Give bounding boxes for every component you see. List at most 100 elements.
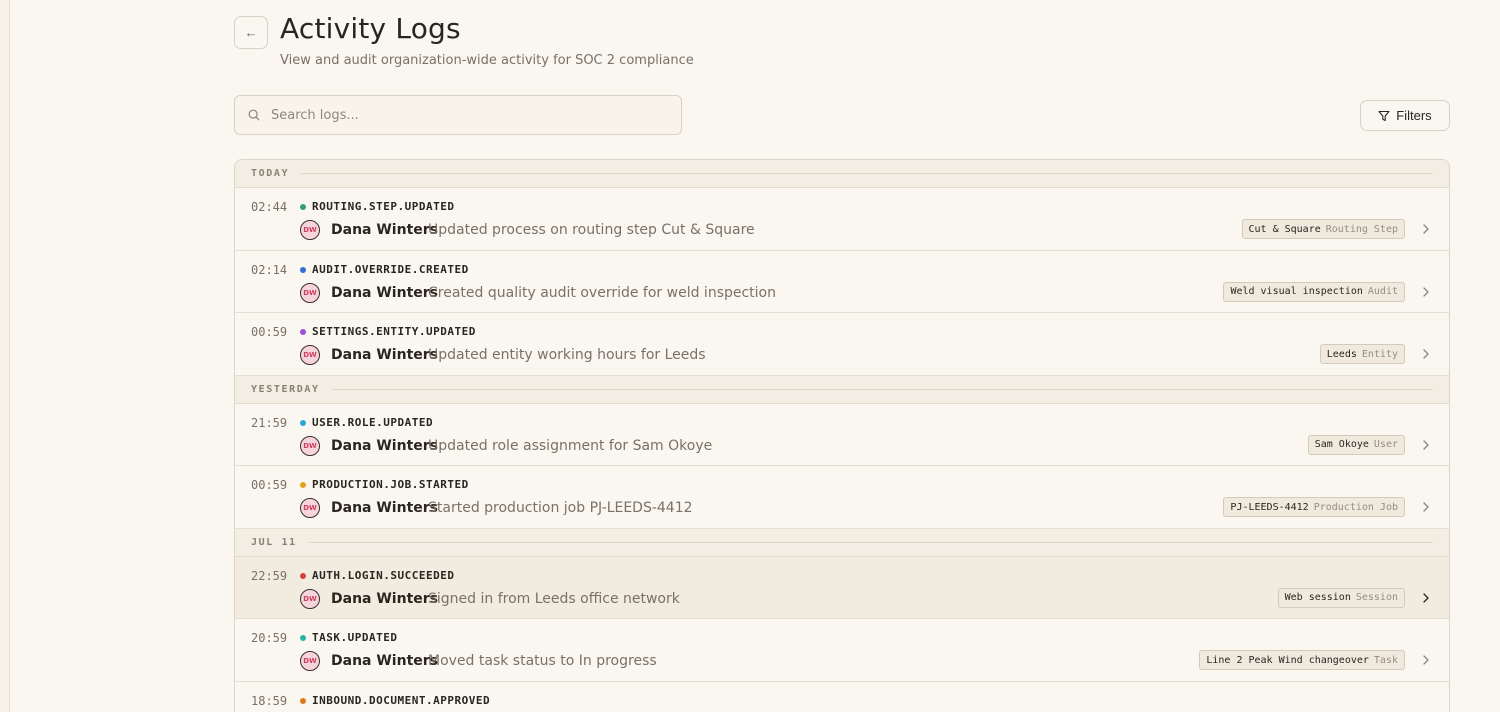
event-type-dot [300,572,306,579]
resource-name: PJ-LEEDS-4412 [1230,501,1309,513]
chevron-right-icon[interactable] [1419,591,1433,605]
resource-tag[interactable]: Cut & Square Routing Step [1241,219,1405,239]
chevron-right-icon[interactable] [1419,347,1433,361]
avatar: DW [300,220,320,240]
date-group-label: JUL 11 [251,536,297,548]
actor-name: Dana Winters [331,222,438,238]
chevron-right-icon[interactable] [1419,438,1433,452]
log-row[interactable]: 20:59 TASK.UPDATED DW Dana Winters Moved… [235,619,1449,682]
log-row[interactable]: 02:44 ROUTING.STEP.UPDATED DW Dana Winte… [235,188,1449,251]
resource-name: Weld visual inspection [1230,286,1363,297]
date-group-label: TODAY [251,168,290,179]
date-group-header: TODAY [235,160,1449,188]
chevron-right-icon[interactable] [1419,500,1433,514]
log-time: 02:14 [251,262,288,277]
activity-logs-page: ← Activity Logs View and audit organizat… [234,0,1450,712]
page-subtitle: View and audit organization-wide activit… [280,53,694,68]
search-icon [248,109,260,121]
chevron-right-icon[interactable] [1419,222,1433,236]
actor-name: Dana Winters [331,500,438,516]
resource-tag[interactable]: PJ-LEEDS-4412 Production Job [1223,497,1405,517]
resource-name: Cut & Square [1248,223,1321,235]
log-list: TODAY 02:44 ROUTING.STEP.UPDATED DW Dana… [234,159,1450,712]
event-type-dot [300,482,306,488]
page-header: ← Activity Logs View and audit organizat… [234,0,1450,90]
log-description: Moved task status to In progress [428,653,657,669]
divider [331,388,1433,390]
resource-name: Web session [1284,592,1351,603]
resource-tag[interactable]: Line 2 Peak Wind changeover Task [1199,650,1405,670]
log-row[interactable]: 00:59 PRODUCTION.JOB.STARTED DW Dana Win… [235,466,1449,529]
actor-name: Dana Winters [331,284,438,301]
event-name: USER.ROLE.UPDATED [312,415,434,429]
log-row[interactable]: 21:59 USER.ROLE.UPDATED DW Dana Winters … [235,403,1449,466]
event-type-dot [300,697,306,704]
event-name: PRODUCTION.JOB.STARTED [312,478,469,491]
actor-name: Dana Winters [331,437,438,454]
log-time: 00:59 [251,478,288,492]
date-group-header: JUL 11 [235,528,1449,557]
avatar: DW [300,345,320,365]
event-name: INBOUND.DOCUMENT.APPROVED [312,693,491,707]
resource-tag[interactable]: Web session Session [1277,587,1405,608]
date-group-header: YESTERDAY [235,375,1449,404]
arrow-left-icon: ← [244,25,258,40]
log-row[interactable]: 00:59 SETTINGS.ENTITY.UPDATED DW Dana Wi… [235,313,1449,376]
resource-type: Entity [1361,348,1398,360]
resource-type: Production Job [1313,501,1398,513]
event-type-dot [300,204,306,210]
log-row[interactable]: 18:59 INBOUND.DOCUMENT.APPROVED DW Dana … [235,681,1449,712]
back-button[interactable]: ← [234,16,268,49]
search-box[interactable] [234,95,682,135]
event-name: TASK.UPDATED [312,631,398,644]
log-time: 22:59 [251,568,288,583]
divider [301,173,1433,174]
resource-type: Session [1355,592,1398,603]
log-time: 02:44 [251,200,288,214]
actor-name: Dana Winters [331,347,438,363]
event-name: ROUTING.STEP.UPDATED [312,200,455,213]
log-description: Started production job PJ-LEEDS-4412 [428,500,693,516]
resource-tag[interactable]: Sam Okoye User [1307,434,1405,455]
left-rail [0,0,10,712]
log-description: Updated entity working hours for Leeds [428,347,706,363]
actor-name: Dana Winters [331,653,438,669]
resource-name: Leeds [1326,348,1357,360]
log-time: 21:59 [251,415,288,430]
log-time: 20:59 [251,631,288,645]
resource-tag[interactable]: Leeds Entity [1319,344,1405,364]
avatar: DW [300,588,320,609]
event-type-dot [300,419,306,426]
date-group-label: YESTERDAY [251,383,320,395]
log-row[interactable]: 22:59 AUTH.LOGIN.SUCCEEDED DW Dana Winte… [235,556,1449,619]
avatar: DW [300,282,320,303]
resource-type: User [1373,439,1398,450]
resource-name: Line 2 Peak Wind changeover [1206,654,1369,666]
event-name: AUTH.LOGIN.SUCCEEDED [312,568,455,582]
resource-type: Audit [1367,286,1398,297]
log-description: Signed in from Leeds office network [428,590,680,607]
log-description: Updated role assignment for Sam Okoye [428,437,713,454]
chevron-right-icon[interactable] [1419,653,1433,667]
avatar: DW [300,435,320,456]
filter-icon [1378,110,1390,121]
filters-label: Filters [1396,108,1432,123]
event-type-dot [300,329,306,335]
resource-type: Routing Step [1325,223,1398,235]
event-name: AUDIT.OVERRIDE.CREATED [312,262,469,276]
search-input[interactable] [271,96,671,134]
chevron-right-icon[interactable] [1419,285,1433,299]
log-description: Created quality audit override for weld … [428,284,776,301]
page-title: Activity Logs [280,12,461,45]
actor-name: Dana Winters [331,590,438,607]
toolbar: Filters [234,95,1450,135]
log-time: 00:59 [251,325,288,339]
resource-type: Task [1373,654,1398,666]
filters-button[interactable]: Filters [1360,100,1450,131]
divider [308,541,1433,543]
resource-tag[interactable]: Weld visual inspection Audit [1223,281,1405,302]
event-type-dot [300,266,306,273]
log-row[interactable]: 02:14 AUDIT.OVERRIDE.CREATED DW Dana Win… [235,250,1449,313]
event-name: SETTINGS.ENTITY.UPDATED [312,325,476,338]
event-type-dot [300,635,306,641]
